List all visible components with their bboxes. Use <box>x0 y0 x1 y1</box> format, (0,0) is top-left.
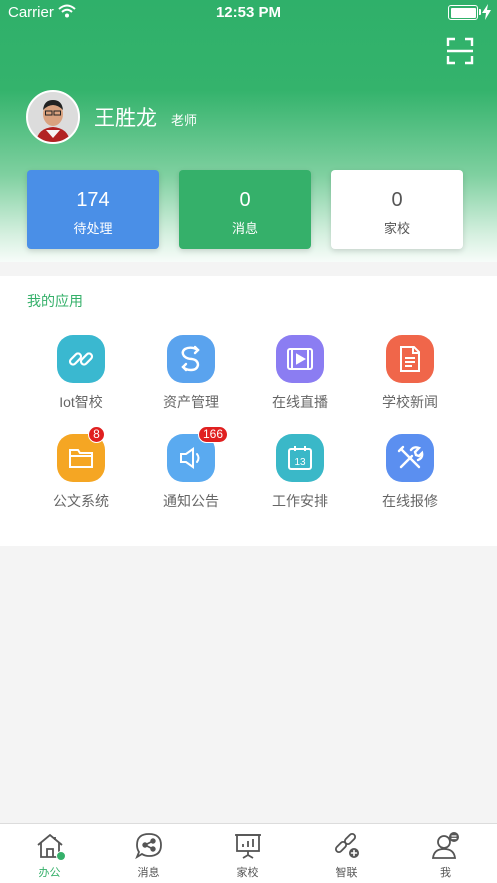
app-label: 通知公告 <box>163 493 219 509</box>
home-school-count: 0 <box>391 189 403 211</box>
video-icon <box>276 335 324 383</box>
clock-time: 12:53 PM <box>215 4 282 21</box>
unread-badge: 166 <box>198 426 229 443</box>
message-card[interactable]: 0 消息 <box>179 170 311 249</box>
tab-me[interactable]: 我 <box>396 824 495 883</box>
app-label: 在线报修 <box>382 493 438 509</box>
apps-title: 我的应用 <box>27 293 83 309</box>
app-notice-board[interactable]: 166 通知公告 <box>141 426 241 511</box>
user-icon <box>430 831 462 863</box>
message-count: 0 <box>239 189 251 211</box>
app-school-news[interactable]: 学校新闻 <box>360 335 460 412</box>
app-asset-management[interactable]: 资产管理 <box>141 335 241 412</box>
app-label: 公文系统 <box>53 493 109 509</box>
chat-share-icon <box>133 831 165 863</box>
unread-badge: 8 <box>88 426 105 443</box>
speaker-icon: 166 <box>167 426 229 482</box>
home-school-card[interactable]: 0 家校 <box>331 170 463 249</box>
tab-label: 智联 <box>335 867 358 879</box>
status-bar: Carrier 12:53 PM <box>0 0 497 26</box>
tab-home-school[interactable]: 家校 <box>198 824 297 883</box>
tab-bar: 办公 消息 家校 智联 我 <box>0 823 497 883</box>
app-live-stream[interactable]: 在线直播 <box>250 335 350 412</box>
app-document-system[interactable]: 8 公文系统 <box>31 426 131 511</box>
app-label: 在线直播 <box>272 394 328 410</box>
tab-smart-link[interactable]: 智联 <box>297 824 396 883</box>
battery-tip <box>479 9 481 15</box>
news-icon <box>386 335 434 383</box>
message-label: 消息 <box>231 221 258 236</box>
link-plus-icon <box>331 831 363 863</box>
profile-section[interactable]: 王胜龙 老师 <box>26 89 197 145</box>
chart-board-icon <box>232 831 264 863</box>
avatar[interactable] <box>26 90 80 144</box>
app-label: Iot智校 <box>59 394 103 410</box>
asset-icon <box>167 335 215 383</box>
pending-card[interactable]: 174 待处理 <box>27 170 159 249</box>
scan-button[interactable] <box>446 37 474 65</box>
tab-label: 我 <box>440 867 451 879</box>
tab-label: 办公 <box>38 867 61 879</box>
app-online-repair[interactable]: 在线报修 <box>360 434 460 511</box>
app-iot-campus[interactable]: Iot智校 <box>31 335 131 412</box>
pending-count: 174 <box>76 189 110 211</box>
home-icon <box>34 831 66 863</box>
user-role: 老师 <box>171 112 198 128</box>
charging-icon <box>482 4 491 24</box>
home-school-label: 家校 <box>383 221 410 236</box>
app-label: 学校新闻 <box>382 394 438 410</box>
tab-office[interactable]: 办公 <box>0 824 99 883</box>
app-label: 工作安排 <box>272 493 328 509</box>
tab-label: 消息 <box>137 867 160 879</box>
user-name: 王胜龙 <box>94 107 157 130</box>
app-work-schedule[interactable]: 13 工作安排 <box>250 434 350 511</box>
tools-icon <box>386 434 434 482</box>
apps-panel: 我的应用 Iot智校 资产管理 在线直播 学校新闻 8 公文系统 166 通知公… <box>0 276 497 546</box>
app-label: 资产管理 <box>163 394 219 410</box>
folder-icon: 8 <box>57 426 105 482</box>
link-icon <box>57 335 105 383</box>
svg-text:13: 13 <box>294 457 306 468</box>
scan-icon <box>446 37 474 65</box>
calendar-icon: 13 <box>276 434 324 482</box>
pending-label: 待处理 <box>73 221 113 236</box>
tab-messages[interactable]: 消息 <box>99 824 198 883</box>
tab-label: 家校 <box>236 867 259 879</box>
battery-icon <box>448 5 478 20</box>
active-indicator <box>55 851 66 861</box>
